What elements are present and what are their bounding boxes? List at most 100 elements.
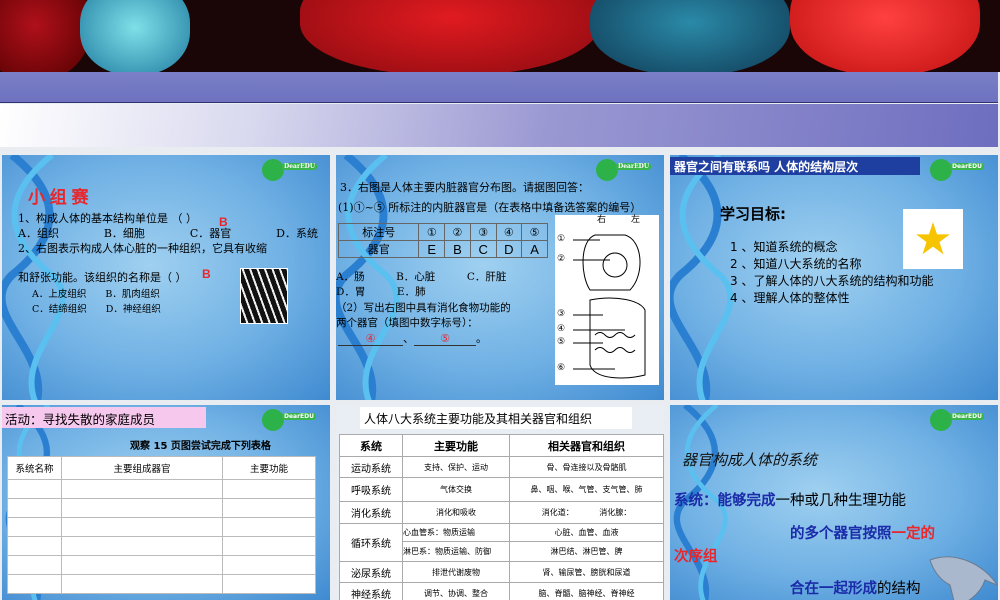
header-cell: ① [418, 223, 446, 241]
slide-system-definition[interactable]: DearEDU 器官构成人体的系统 系统：能够完成一种或几种生理功能 的多个器官… [670, 405, 998, 600]
option: D．系统 [276, 227, 318, 240]
answer-blanks: ④、 ⑤。 [338, 330, 487, 346]
cell[interactable] [7, 479, 62, 499]
answer-cell: E [418, 240, 446, 258]
goals-heading: 学习目标: [720, 205, 786, 223]
diagram-label: ① [557, 234, 566, 244]
cell[interactable] [222, 536, 316, 556]
emphasis: 一定的 [891, 526, 936, 542]
question-2-options-row2: C．结缔组织 D．神经组织 [32, 301, 161, 315]
definition-line-3: 次序组 [674, 549, 718, 565]
cell[interactable] [7, 555, 62, 575]
cell[interactable] [61, 517, 223, 537]
cell[interactable] [61, 479, 223, 499]
table-row [7, 555, 316, 575]
slide-learning-goals[interactable]: 器官之间有联系吗 人体的结构层次 DearEDU 学习目标: ★ 1 、知道系统… [670, 155, 998, 400]
cell[interactable] [7, 498, 62, 518]
system-cell: 呼吸系统 [339, 477, 403, 502]
option: D．胃 [336, 286, 366, 298]
cell[interactable] [61, 536, 223, 556]
cell[interactable] [222, 517, 316, 537]
cell[interactable] [222, 574, 316, 594]
text: 的结构 [877, 581, 921, 597]
cell[interactable] [222, 479, 316, 499]
table-row: 循环系统 心血管系：物质运输 心脏、血管、血液 [339, 523, 664, 562]
organs-cell: 骨、骨连接以及骨骼肌 [509, 456, 664, 478]
function-cell: 气体交换 [402, 477, 510, 502]
option: A．上皮组织 [32, 289, 87, 300]
cardiac-muscle-image [240, 268, 288, 324]
term: 系统： [674, 493, 718, 509]
option: B．心脏 [396, 271, 436, 283]
answer-blank-2: ⑤ [414, 332, 476, 346]
goal-item: 2 、知道八大系统的名称 [730, 257, 862, 271]
question-2-line1: 2、右图表示构成人体心脏的一种组织，它具有收缩 [18, 242, 267, 255]
diagram-label: ⑤ [557, 337, 566, 347]
header-cell: ③ [469, 223, 497, 241]
diagram-label: ③ [557, 309, 566, 319]
header-cell: ⑤ [521, 223, 548, 241]
slide-activity-table[interactable]: 活动：寻找失散的家庭成员 DearEDU 观察 15 页图尝试完成下列表格 系统… [2, 405, 330, 600]
question-3-1: (1)①~⑤ 所标注的内脏器官是（在表格中填备选答案的编号） [338, 201, 642, 214]
emphasis: 能够完成 [717, 493, 776, 509]
function-cell: 消化和吸收 [402, 501, 510, 524]
option: C．器官 [189, 227, 232, 240]
deardedu-logo: DearEDU [262, 409, 322, 431]
cell[interactable] [7, 574, 62, 594]
question-3-2-line1: （2）写出右图中具有消化食物功能的 [336, 302, 511, 314]
definition-line-4: 合在一起形成的结构 [790, 577, 921, 598]
table-row: 运动系统 支持、保护、运动 骨、骨连接以及骨骼肌 [339, 456, 664, 478]
answer-cell: A [521, 240, 548, 258]
table-row: 消化系统 消化和吸收 消化道： 消化腺： [339, 501, 664, 524]
header-cell: 系统名称 [7, 456, 62, 480]
header-cell: 系统 [339, 434, 403, 457]
table-row [7, 574, 316, 594]
option: E．肺 [396, 286, 426, 298]
table-row [7, 517, 316, 537]
definition-line-2: 的多个器官按照一定的 [790, 522, 935, 543]
slide-title: 器官之间有联系吗 人体的结构层次 [670, 157, 920, 175]
cell[interactable] [61, 574, 223, 594]
emphasis: 的多个器官 [790, 526, 863, 542]
header-band [0, 72, 998, 103]
goal-item: 3 、了解人体的八大系统的结构和功能 [730, 274, 934, 288]
option: A．组织 [18, 227, 59, 240]
blank-systems-table: 系统名称 主要组成器官 主要功能 [7, 456, 316, 594]
function-cell: 调节、协调、整合 [402, 582, 510, 600]
row-label: 器官 [337, 240, 420, 258]
slide-organ-distribution[interactable]: DearEDU 3．右图是人体主要内脏器官分布图。请据图回答： (1)①~⑤ 所… [336, 155, 664, 400]
diagram-label: ② [557, 254, 566, 264]
deardedu-logo: DearEDU [930, 409, 990, 431]
cell[interactable] [61, 555, 223, 575]
cell[interactable] [222, 498, 316, 518]
options-row1: A．肠 B．心脏 C．肝脏 [336, 269, 506, 284]
system-cell: 泌尿系统 [339, 561, 403, 583]
emphasis: 按照 [862, 526, 892, 542]
cell[interactable] [222, 555, 316, 575]
slide-title: 器官构成人体的系统 [682, 451, 818, 469]
slide-eight-systems[interactable]: 人体八大系统主要功能及其相关器官和组织 系统 主要功能 相关器官和组织 运动系统 支持… [336, 405, 664, 600]
definition-line-1: 系统：能够完成一种或几种生理功能 [674, 489, 906, 510]
instruction: 观察 15 页图尝试完成下列表格 [130, 441, 271, 452]
cell[interactable] [7, 517, 62, 537]
header-cell: 主要组成器官 [61, 456, 223, 480]
organ-diagram: 右 左 ① ② ③ ④ ⑤ ⑥ [555, 215, 659, 385]
table-row: 泌尿系统 排泄代谢废物 肾、输尿管、膀胱和尿道 [339, 561, 664, 583]
header-cell: ② [444, 223, 471, 241]
table-row [7, 536, 316, 556]
slide-title: 小 组 赛 [28, 188, 89, 207]
slide-title: 活动：寻找失散的家庭成员 [2, 407, 206, 428]
cell[interactable] [61, 498, 223, 518]
option: B．肌肉组织 [105, 289, 160, 300]
header-gradient [0, 104, 998, 147]
table-row: 神经系统 调节、协调、整合 脑、脊髓、脑神经、脊神经 [339, 582, 664, 600]
table-row [7, 479, 316, 499]
slide-title: 人体八大系统主要功能及其相关器官和组织 [360, 407, 632, 429]
organs-cell: 心脏、血管、血液 [509, 523, 664, 542]
option: C．结缔组织 [32, 304, 87, 315]
organs-cell: 脑、脊髓、脑神经、脊神经 [509, 582, 664, 600]
cell[interactable] [7, 536, 62, 556]
goal-item: 1 、知道系统的概念 [730, 240, 838, 254]
slide-group-quiz[interactable]: DearEDU 小 组 赛 1、构成人体的基本结构单位是 （ ） B A．组织 B… [2, 155, 330, 400]
option: D．神经组织 [105, 304, 161, 315]
